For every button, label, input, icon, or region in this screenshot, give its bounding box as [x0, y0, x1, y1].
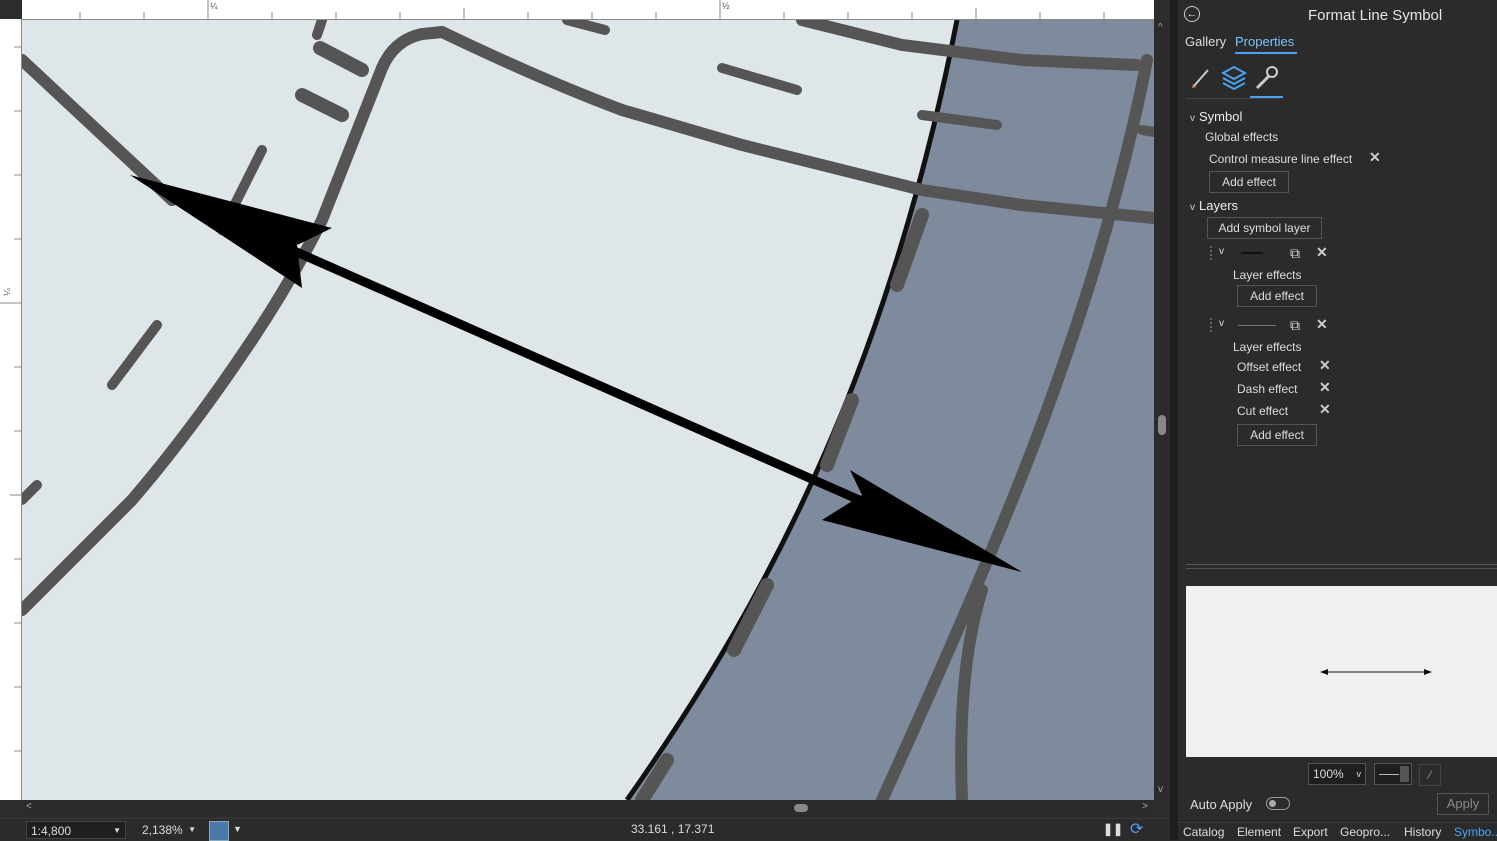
offset-effect-item: Offset effect — [1237, 360, 1302, 374]
layer2-drag-handle[interactable] — [1210, 318, 1214, 332]
tab-geoprocessing[interactable]: Geopro... — [1340, 825, 1390, 839]
layer2-chevron-down-icon[interactable]: v — [1219, 318, 1224, 329]
layers-heading: Layers — [1199, 198, 1239, 213]
status-bar: 1:4,800 ▼ 2,138% ▼ ▼ 33.161 , 17.371 ❚❚ … — [0, 818, 1170, 841]
scroll-left-icon[interactable]: < — [26, 801, 32, 812]
brush-icon[interactable] — [1188, 64, 1216, 92]
coordinates-readout: 33.161 , 17.371 — [631, 822, 715, 836]
back-icon[interactable]: ← — [1184, 6, 1200, 22]
bottom-tab-bar: Catalog Element Export Geopro... History… — [1178, 822, 1497, 841]
map-drawing — [22, 20, 1154, 800]
tab-export[interactable]: Export — [1293, 825, 1328, 839]
preview-zoom-select[interactable]: 100% v — [1308, 763, 1366, 785]
preview-zoom-value: 100% — [1313, 767, 1344, 781]
snapping-icon[interactable] — [209, 821, 229, 841]
symbol-section-header[interactable]: v Symbol — [1190, 109, 1242, 124]
layer1-add-effect-button[interactable]: Add effect — [1237, 285, 1317, 307]
tab-symbology[interactable]: Symbo... — [1454, 825, 1497, 839]
control-measure-effect-item: Control measure line effect — [1209, 152, 1353, 166]
layer1-copy-icon[interactable]: ⧉ — [1290, 245, 1300, 262]
layer2-effects-label: Layer effects — [1233, 340, 1302, 354]
layers-section-header[interactable]: v Layers — [1190, 198, 1238, 213]
vertical-scroll-thumb[interactable] — [1158, 415, 1166, 435]
apply-button[interactable]: Apply — [1437, 793, 1489, 815]
pane-divider[interactable] — [1170, 0, 1178, 840]
preview-style-select[interactable] — [1374, 763, 1412, 785]
preview-arrow — [1320, 669, 1432, 675]
layers-icon[interactable] — [1220, 64, 1248, 92]
top-ruler-ticks — [79, 0, 1105, 19]
layer1-drag-handle[interactable] — [1210, 246, 1214, 260]
wrench-icon[interactable] — [1252, 64, 1280, 92]
chevron-down-icon: v — [1190, 202, 1195, 213]
scroll-down-icon[interactable]: v — [1158, 784, 1163, 795]
cut-effect-item: Cut effect — [1237, 404, 1289, 418]
zoom-dropdown-icon[interactable]: ▼ — [188, 821, 196, 839]
scale-dropdown-icon[interactable]: ▼ — [113, 822, 121, 840]
format-symbol-pane: ← Format Line Symbol Gallery Properties … — [1178, 0, 1497, 822]
pane-title: Format Line Symbol — [1308, 7, 1443, 24]
symbol-preview — [1186, 586, 1497, 757]
horizontal-scrollbar[interactable]: < > — [22, 800, 1154, 816]
top-ruler: ¼ ½ — [22, 0, 1154, 20]
scroll-right-icon[interactable]: > — [1142, 801, 1148, 812]
icon-tab-divider — [1186, 98, 1280, 99]
layer2-swatch[interactable] — [1238, 325, 1276, 326]
line-style-icon — [1379, 774, 1399, 775]
layer2-add-effect-button[interactable]: Add effect — [1237, 424, 1317, 446]
no-background-icon[interactable]: ⁄ — [1419, 764, 1441, 786]
map-canvas[interactable] — [22, 20, 1154, 800]
scroll-up-icon[interactable]: ^ — [1158, 22, 1163, 33]
preview-splitter[interactable] — [1186, 564, 1497, 569]
add-symbol-layer-button[interactable]: Add symbol layer — [1207, 217, 1322, 239]
zoom-selector[interactable]: 2,138% ▼ — [138, 821, 200, 839]
map-view: ¼ ½ ¼ ^ v < > — [0, 0, 1170, 818]
vertical-scrollbar[interactable]: ^ v — [1154, 20, 1170, 800]
scale-selector[interactable]: 1:4,800 ▼ — [26, 821, 126, 839]
tab-history[interactable]: History — [1404, 825, 1441, 839]
snapping-dropdown-icon[interactable]: ▼ — [233, 824, 242, 834]
chevron-down-icon: v — [1356, 769, 1362, 779]
dash-effect-item: Dash effect — [1237, 382, 1298, 396]
left-ruler-ticks — [0, 46, 21, 752]
remove-dash-effect-icon[interactable]: ✕ — [1319, 379, 1331, 396]
auto-apply-label: Auto Apply — [1190, 797, 1253, 812]
layer2-remove-icon[interactable]: ✕ — [1316, 316, 1328, 333]
tab-properties[interactable]: Properties — [1235, 34, 1294, 49]
left-ruler: ¼ — [0, 19, 22, 800]
refresh-icon[interactable]: ⟳ — [1130, 819, 1143, 839]
remove-control-measure-icon[interactable]: ✕ — [1369, 149, 1381, 166]
scale-value: 1:4,800 — [31, 824, 72, 838]
global-effects-label: Global effects — [1205, 130, 1279, 144]
remove-cut-effect-icon[interactable]: ✕ — [1319, 401, 1331, 418]
zoom-value: 2,138% — [142, 823, 183, 837]
pause-icon[interactable]: ❚❚ — [1103, 822, 1123, 836]
style-dropdown-icon — [1400, 766, 1409, 782]
remove-offset-effect-icon[interactable]: ✕ — [1319, 357, 1331, 374]
layer1-effects-label: Layer effects — [1233, 268, 1302, 282]
auto-apply-toggle[interactable] — [1266, 797, 1290, 810]
symbol-heading: Symbol — [1199, 109, 1243, 124]
layer2-copy-icon[interactable]: ⧉ — [1290, 317, 1300, 334]
layer1-remove-icon[interactable]: ✕ — [1316, 244, 1328, 261]
layer1-swatch[interactable] — [1241, 252, 1263, 254]
tab-gallery[interactable]: Gallery — [1185, 34, 1226, 49]
layer1-chevron-down-icon[interactable]: v — [1219, 246, 1224, 257]
tab-element[interactable]: Element — [1237, 825, 1281, 839]
tab-catalog[interactable]: Catalog — [1183, 825, 1224, 839]
tab-properties-underline — [1235, 52, 1297, 54]
add-global-effect-button[interactable]: Add effect — [1209, 171, 1289, 193]
horizontal-scroll-thumb[interactable] — [794, 804, 808, 812]
chevron-down-icon: v — [1190, 113, 1195, 124]
